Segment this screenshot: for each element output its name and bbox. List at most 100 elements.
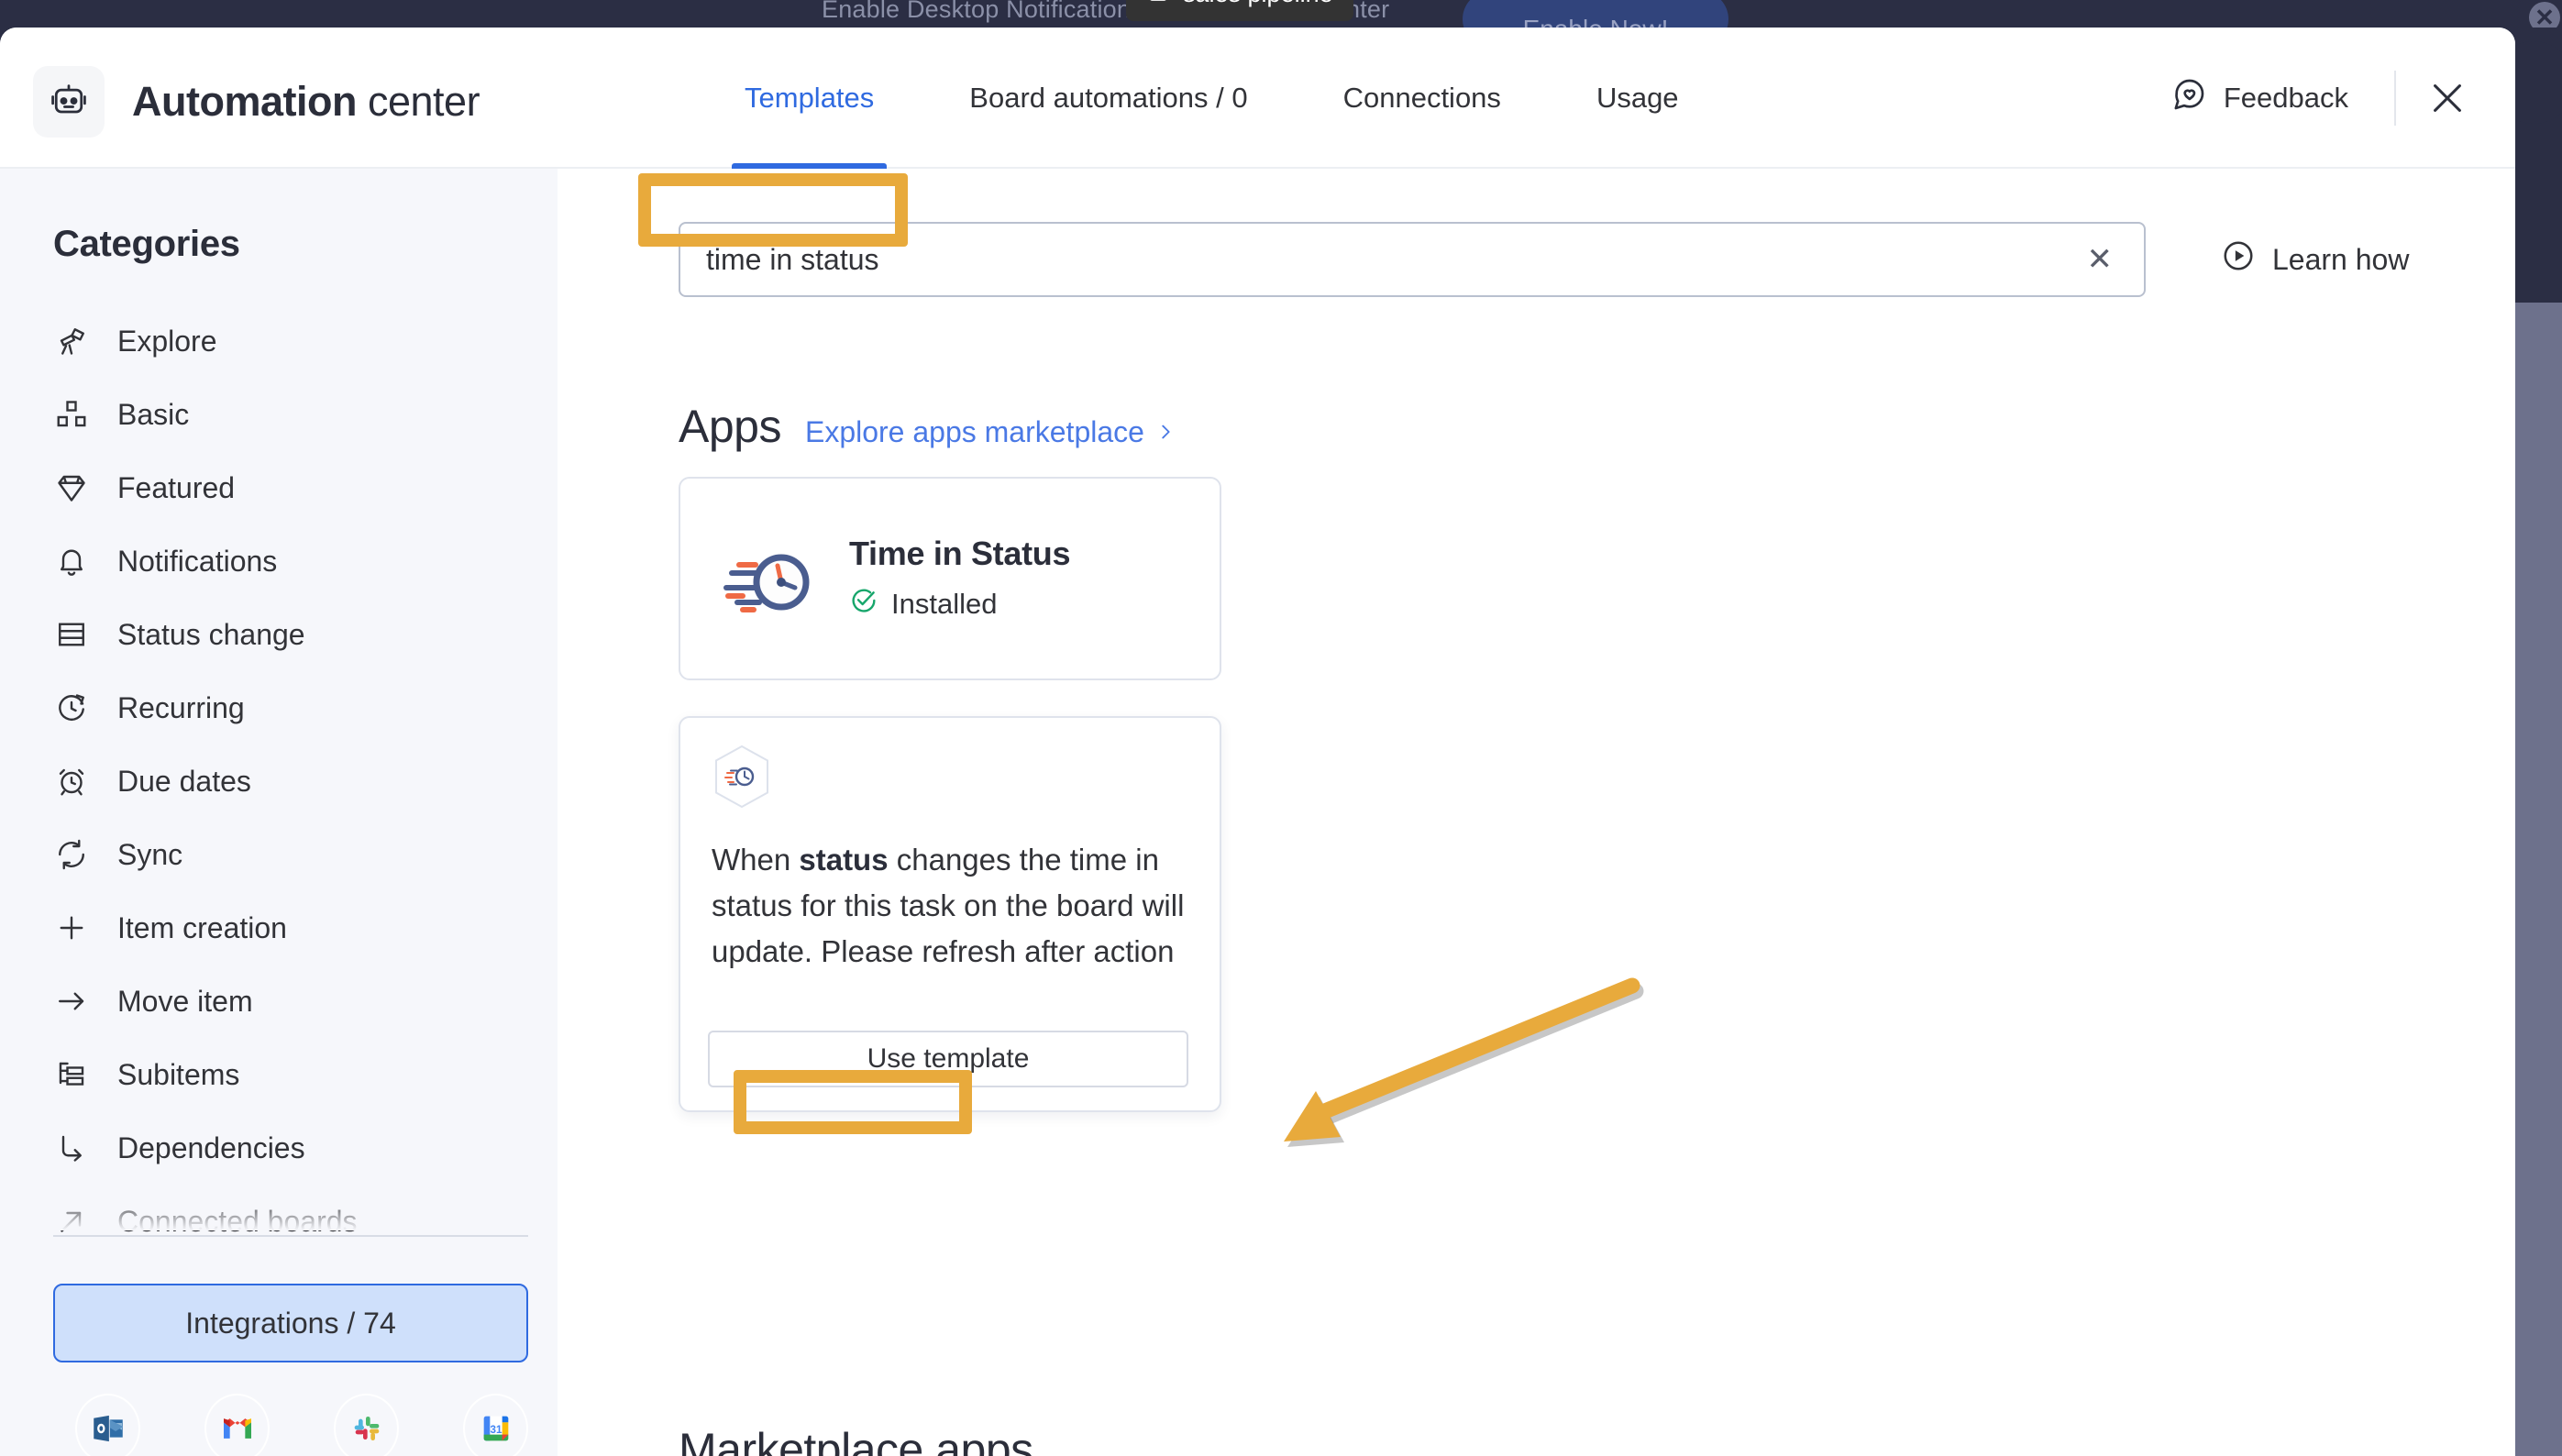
blocks-icon <box>53 396 90 433</box>
sidebar-item-status-change[interactable]: Status change <box>53 598 539 671</box>
integration-icon-row: 31 <box>53 1394 528 1456</box>
tab-usage[interactable]: Usage <box>1549 28 1727 169</box>
robot-icon <box>33 66 105 138</box>
app-card-time-in-status[interactable]: Time in Status Installed <box>679 477 1221 680</box>
use-template-button[interactable]: Use template <box>708 1031 1188 1087</box>
explore-apps-marketplace-link[interactable]: Explore apps marketplace <box>805 415 1176 449</box>
sidebar-item-label: Connected boards <box>117 1204 358 1238</box>
sidebar-divider <box>53 1235 528 1237</box>
sidebar-item-label: Item creation <box>117 910 287 944</box>
page-title: Automation center <box>132 78 480 126</box>
sidebar-item-label: Explore <box>117 324 217 358</box>
tab-board-automations[interactable]: Board automations / 0 <box>922 28 1295 169</box>
sidebar-item-notifications[interactable]: Notifications <box>53 524 539 598</box>
automation-template-card[interactable]: When status changes the time in status f… <box>679 716 1221 1112</box>
sidebar-item-label: Status change <box>117 617 305 651</box>
sidebar-title: Categories <box>53 224 240 264</box>
sidebar-item-label: Featured <box>117 470 236 504</box>
app-card-name: Time in Status <box>849 535 1071 572</box>
arrow-up-right-icon <box>53 1203 90 1240</box>
template-desc-prefix: When <box>712 843 800 877</box>
background-right-panel <box>2515 303 2562 1456</box>
arrow-right-icon <box>53 983 90 1020</box>
enable-notifications-button[interactable]: Enable Now! <box>1463 0 1728 28</box>
sidebar-item-recurring[interactable]: Recurring <box>53 671 539 745</box>
board-icon <box>1146 0 1170 10</box>
sidebar-item-label: Notifications <box>117 544 278 578</box>
chevron-right-icon <box>1155 415 1176 449</box>
sidebar-item-subitems[interactable]: Subitems <box>53 1038 539 1111</box>
board-tooltip-label: sales pipeline <box>1183 0 1333 8</box>
chat-heart-icon <box>2170 76 2207 120</box>
header-divider <box>2394 71 2396 126</box>
app-card-status-label: Installed <box>891 588 998 620</box>
dependency-icon <box>53 1130 90 1166</box>
templates-main-panel: time in status ✕ Learn how Apps Explore … <box>558 169 2515 1456</box>
sidebar-item-sync[interactable]: Sync <box>53 818 539 891</box>
sidebar-item-label: Recurring <box>117 690 245 724</box>
subitems-icon <box>53 1056 90 1093</box>
alarm-clock-icon <box>53 763 90 800</box>
categories-sidebar: Categories Explore Basic Featured Notifi… <box>0 169 558 1456</box>
telescope-icon <box>53 323 90 359</box>
gmail-icon[interactable] <box>204 1394 270 1456</box>
sidebar-item-connected-boards[interactable]: Connected boards <box>53 1185 539 1258</box>
integrations-button[interactable]: Integrations / 74 <box>53 1284 528 1362</box>
board-tooltip: sales pipeline <box>1126 0 1353 21</box>
sidebar-item-label: Subitems <box>117 1057 240 1091</box>
sidebar-item-item-creation[interactable]: Item creation <box>53 891 539 965</box>
feedback-label: Feedback <box>2223 82 2348 114</box>
brand: Automation center <box>33 66 480 138</box>
automation-center-modal: Automation center Templates Board automa… <box>0 28 2515 1456</box>
plus-icon <box>53 910 90 946</box>
close-icon[interactable] <box>2405 56 2490 140</box>
apps-section-header: Apps Explore apps marketplace <box>679 400 1176 453</box>
sidebar-item-move-item[interactable]: Move item <box>53 965 539 1038</box>
diamond-icon <box>53 469 90 506</box>
bell-icon <box>53 543 90 579</box>
tab-templates[interactable]: Templates <box>697 28 922 169</box>
template-description: When status changes the time in status f… <box>712 837 1192 975</box>
slack-icon[interactable] <box>334 1394 399 1456</box>
sidebar-item-label: Sync <box>117 837 183 871</box>
feedback-button[interactable]: Feedback <box>2134 76 2385 120</box>
sidebar-item-explore[interactable]: Explore <box>53 304 539 378</box>
play-circle-icon <box>2221 238 2256 281</box>
sidebar-item-featured[interactable]: Featured <box>53 451 539 524</box>
sidebar-item-label: Due dates <box>117 764 251 798</box>
search-input[interactable]: time in status ✕ <box>679 222 2146 297</box>
hexagon-time-icon <box>712 744 772 810</box>
sidebar-item-due-dates[interactable]: Due dates <box>53 745 539 818</box>
clock-rotate-icon <box>53 689 90 726</box>
template-desc-bold: status <box>799 843 889 877</box>
learn-how-label: Learn how <box>2272 242 2410 276</box>
brand-title-strong: Automation <box>132 78 357 125</box>
sidebar-item-label: Basic <box>117 397 190 431</box>
outlook-icon[interactable] <box>75 1394 140 1456</box>
tab-bar: Templates Board automations / 0 Connecti… <box>697 28 1727 169</box>
sidebar-item-label: Move item <box>117 984 253 1018</box>
tab-connections[interactable]: Connections <box>1296 28 1549 169</box>
close-icon[interactable]: ✕ <box>2529 2 2560 28</box>
search-input-value: time in status <box>706 242 879 276</box>
app-card-text: Time in Status Installed <box>849 535 1071 623</box>
sidebar-item-label: Dependencies <box>117 1131 305 1164</box>
category-list: Explore Basic Featured Notifications Sta… <box>53 304 539 1258</box>
marketplace-apps-title: Marketplace apps <box>679 1424 1033 1456</box>
status-badge: Installed <box>849 586 1070 623</box>
apps-title: Apps <box>679 401 781 452</box>
modal-header: Automation center Templates Board automa… <box>0 28 2515 169</box>
check-circle-icon <box>849 586 878 623</box>
learn-how-link[interactable]: Learn how <box>2221 238 2409 281</box>
svg-text:31: 31 <box>490 1424 502 1436</box>
sidebar-item-dependencies[interactable]: Dependencies <box>53 1111 539 1185</box>
sync-icon <box>53 836 90 873</box>
sidebar-item-basic[interactable]: Basic <box>53 378 539 451</box>
brand-title-light: center <box>367 78 480 125</box>
time-in-status-app-icon <box>719 531 818 627</box>
rows-icon <box>53 616 90 653</box>
google-calendar-icon[interactable]: 31 <box>463 1394 528 1456</box>
header-actions: Feedback <box>2134 28 2490 169</box>
clear-icon[interactable]: ✕ <box>2082 244 2119 275</box>
explore-apps-label: Explore apps marketplace <box>804 415 1144 448</box>
